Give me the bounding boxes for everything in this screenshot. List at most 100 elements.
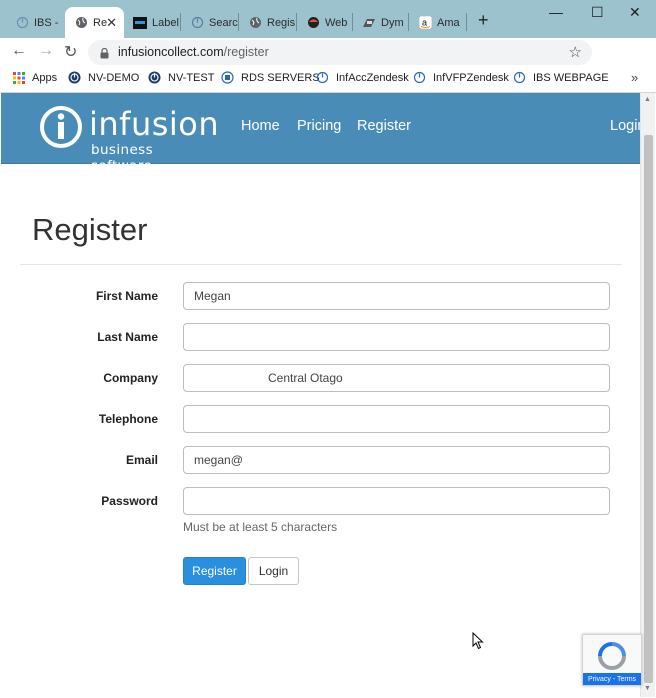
tab-label: Ama (437, 16, 460, 29)
tab-label: IBS - (34, 16, 59, 29)
label-icon (133, 16, 147, 30)
register-button[interactable]: Register (183, 557, 246, 585)
tab-label: Dym (381, 16, 404, 29)
power-icon (148, 71, 161, 84)
url-path: /register (223, 45, 269, 59)
mouse-cursor-icon (472, 632, 484, 650)
dymo-icon (362, 16, 376, 30)
password-help-text: Must be at least 5 characters (183, 520, 338, 534)
bookmark-rds-servers[interactable]: RDS SERVERS (221, 71, 320, 84)
nav-register[interactable]: Register (357, 118, 411, 134)
bookmarks-bar: Apps NV-DEMO NV-TEST RDS SERVERS InfAccZ… (0, 66, 656, 93)
bookmark-label: RDS SERVERS (241, 71, 320, 84)
webinar-icon (306, 16, 320, 30)
logo-wordmark: infusion (89, 105, 220, 143)
page-title: Register (32, 212, 148, 247)
nav-pricing[interactable]: Pricing (297, 118, 341, 134)
recaptcha-footer[interactable]: Privacy - Terms (583, 673, 641, 685)
new-tab-plus-icon[interactable]: + (478, 10, 489, 31)
close-icon[interactable]: ✕ (106, 15, 117, 31)
browser-tab[interactable]: a Ama (409, 7, 466, 38)
browser-tab[interactable]: IBS - (6, 7, 64, 38)
tab-label: Web (325, 16, 348, 29)
bookmark-infacczendesk[interactable]: InfAccZendesk (316, 71, 409, 84)
bookmarks-overflow-icon[interactable]: » (631, 70, 638, 85)
bookmark-label: NV-DEMO (88, 71, 140, 84)
tab-label: Searc (209, 16, 238, 29)
browser-tab[interactable]: Dym (353, 7, 408, 38)
apps-grid-icon (12, 71, 25, 84)
recaptcha-badge[interactable]: Privacy - Terms (582, 634, 642, 686)
password-label: Password (101, 494, 158, 508)
forward-arrow-icon[interactable]: → (38, 42, 54, 60)
logo-tagline: business software (91, 142, 154, 174)
globe-icon (248, 16, 262, 30)
power-icon (413, 71, 426, 84)
scroll-down-icon[interactable]: ▼ (644, 685, 651, 692)
power-icon (190, 16, 204, 30)
reload-icon[interactable]: ↻ (64, 42, 77, 62)
infusion-logo-icon (40, 106, 82, 148)
site-header: infusion business software Home Pricing … (1, 93, 645, 174)
last-name-label: Last Name (97, 330, 158, 344)
lock-icon (100, 46, 109, 59)
email-value: megan@ (194, 453, 243, 467)
bookmark-label: Apps (32, 71, 58, 84)
password-field[interactable] (183, 487, 610, 515)
rds-icon (221, 71, 234, 84)
bookmark-label: InfVFPZendesk (433, 71, 509, 84)
power-icon (15, 16, 29, 30)
last-name-field[interactable] (183, 323, 610, 351)
bookmark-infvfpzendesk[interactable]: InfVFPZendesk (413, 71, 509, 84)
scroll-up-icon[interactable]: ▲ (644, 96, 651, 103)
email-field[interactable]: megan@ (183, 446, 610, 474)
bookmark-nv-test[interactable]: NV-TEST (148, 71, 214, 84)
nav-home[interactable]: Home (241, 118, 280, 134)
recaptcha-icon (598, 642, 626, 670)
login-button[interactable]: Login (248, 557, 299, 585)
bookmark-ibs-webpage[interactable]: IBS WEBPAGE (513, 71, 609, 84)
browser-tab-active[interactable]: Re ✕ (65, 7, 124, 38)
company-label: Company (103, 371, 158, 385)
tab-label: Regis (267, 16, 296, 29)
power-icon (68, 71, 81, 84)
bookmark-nv-demo[interactable]: NV-DEMO (68, 71, 139, 84)
first-name-value: Megan (194, 289, 231, 303)
browser-tab[interactable]: Regis (239, 7, 296, 38)
minimize-icon[interactable]: — (549, 4, 563, 20)
browser-tab-strip: IBS - Re ✕ Label Searc Regis Web Dym a A… (0, 0, 656, 38)
telephone-field[interactable] (183, 405, 610, 433)
page-scrollbar[interactable]: ▲ ▼ (640, 93, 655, 697)
first-name-field[interactable]: Megan (183, 282, 610, 310)
back-arrow-icon[interactable]: ← (11, 42, 27, 60)
globe-icon (74, 16, 88, 30)
bookmark-apps[interactable]: Apps (12, 71, 57, 84)
bookmark-star-icon[interactable]: ☆ (569, 43, 582, 61)
email-label: Email (125, 453, 158, 467)
maximize-icon[interactable]: ☐ (591, 4, 604, 21)
address-bar[interactable]: infusioncollect.com/register ☆ (88, 40, 592, 65)
bookmark-label: NV-TEST (168, 71, 215, 84)
power-icon (316, 71, 329, 84)
scrollbar-thumb[interactable] (644, 135, 653, 683)
browser-tab[interactable]: Searc (181, 7, 238, 38)
svg-text:a: a (422, 18, 427, 28)
title-divider (20, 264, 622, 265)
amazon-icon: a (418, 16, 432, 30)
window-close-icon[interactable]: ✕ (629, 4, 641, 21)
bookmark-label: InfAccZendesk (336, 71, 409, 84)
browser-tab[interactable]: Label (124, 7, 180, 38)
tab-separator (466, 13, 467, 31)
company-value: Central Otago (268, 371, 343, 385)
tab-label: Label (152, 16, 179, 29)
bookmark-label: IBS WEBPAGE (533, 71, 609, 84)
browser-tab[interactable]: Web (297, 7, 352, 38)
power-icon (513, 71, 526, 84)
url-text: infusioncollect.com/register (118, 45, 269, 59)
infusion-logo[interactable]: infusion business software (39, 102, 219, 174)
telephone-label: Telephone (98, 412, 158, 426)
tab-label: Re (93, 16, 108, 29)
company-field[interactable]: Central Otago (183, 364, 610, 392)
url-host: infusioncollect.com (118, 45, 224, 59)
first-name-label: First Name (95, 289, 158, 303)
